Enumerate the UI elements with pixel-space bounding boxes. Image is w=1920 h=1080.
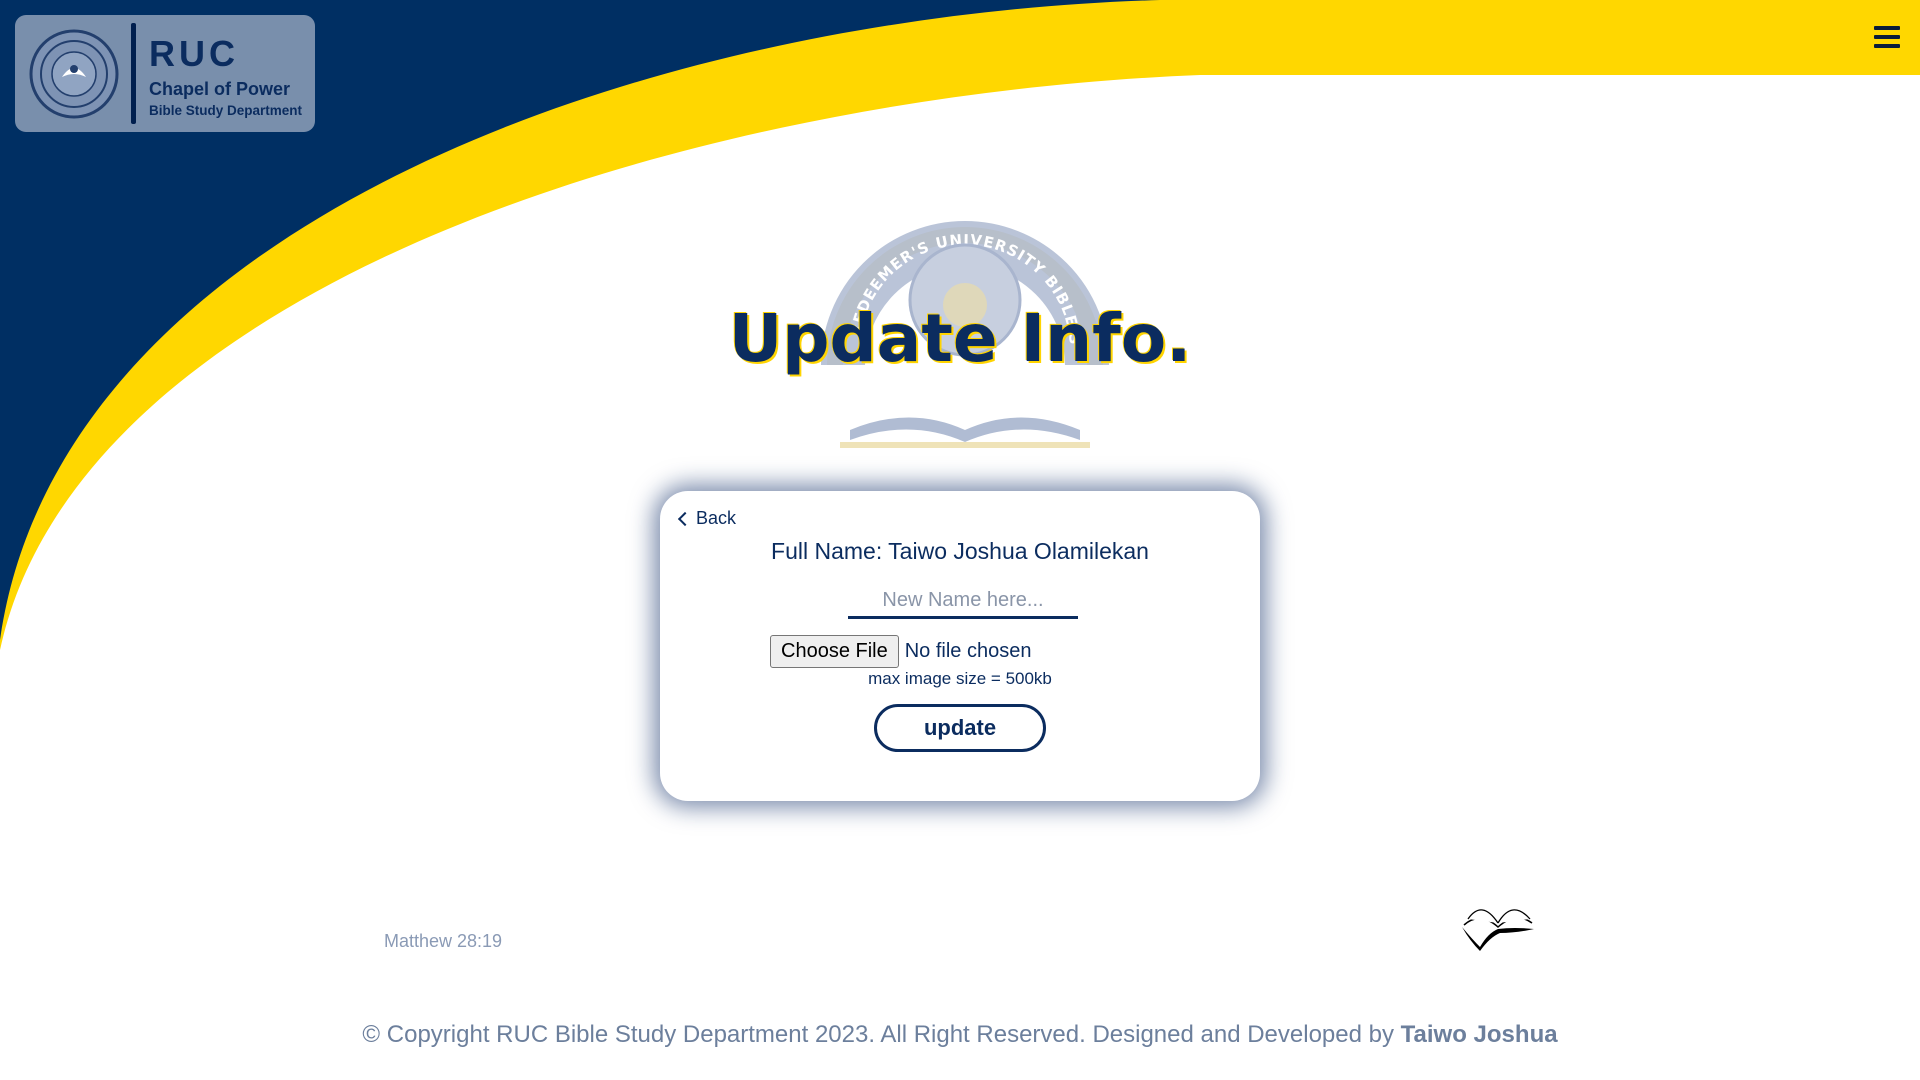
brand-department: Bible Study Department: [149, 103, 303, 118]
logo-divider: [131, 23, 136, 124]
max-size-note: max image size = 500kb: [868, 669, 1052, 688]
copyright-text: © Copyright RUC Bible Study Department 2…: [362, 1021, 1401, 1048]
footer-author-link[interactable]: Taiwo Joshua: [1401, 1021, 1558, 1048]
new-name-input[interactable]: [848, 584, 1078, 619]
brand-title: RUC: [149, 33, 239, 74]
file-status: No file chosen: [904, 640, 1032, 662]
file-picker: Choose File No file chosen: [770, 635, 1031, 668]
verse-reference: Matthew 28:19: [384, 931, 503, 951]
footer-copyright: © Copyright RUC Bible Study Department 2…: [0, 1021, 1920, 1049]
brand-logo[interactable]: RUC Chapel of Power Bible Study Departme…: [15, 15, 315, 132]
back-label: Back: [696, 508, 737, 528]
open-bible-icon: [1462, 909, 1534, 951]
back-link[interactable]: Back: [677, 508, 737, 529]
full-name-label: Full Name: Taiwo Joshua Olamilekan: [771, 538, 1149, 564]
update-button[interactable]: update: [874, 704, 1046, 752]
brand-subtitle: Chapel of Power: [149, 79, 291, 99]
update-info-card: Back Full Name: Taiwo Joshua Olamilekan …: [660, 491, 1260, 801]
choose-file-button[interactable]: Choose File: [770, 635, 899, 668]
page-title: Update Info.: [728, 300, 1192, 377]
chevron-left-icon: [677, 511, 693, 526]
university-seal-icon: [29, 29, 119, 119]
hamburger-menu-icon[interactable]: [1874, 26, 1900, 50]
